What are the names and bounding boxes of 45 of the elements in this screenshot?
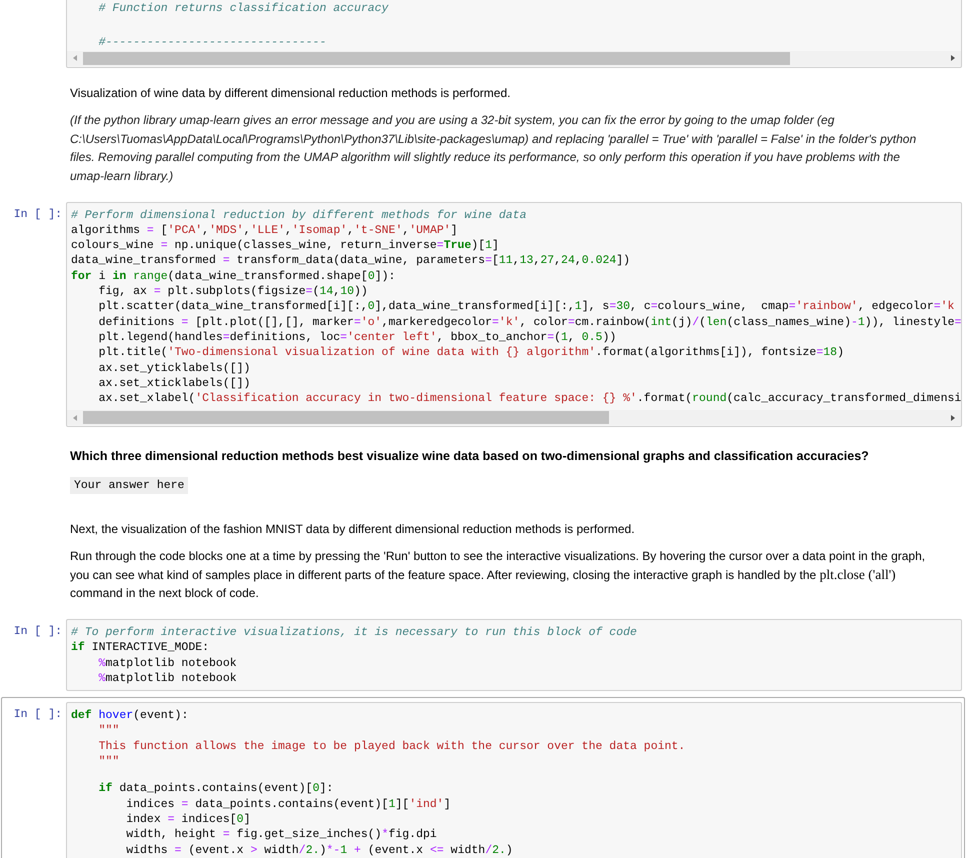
code-line: plt.legend(handles=definitions, loc='center left', bbox_to_anchor=(1, 0.5)) bbox=[98, 330, 618, 346]
code-line: This function allows the image to be played back with the cursor over the data point. bbox=[98, 738, 686, 754]
question-heading: Which three dimensional reduction methods best visualize wine data based on two-dimensional graphs and classification accuracies? bbox=[70, 448, 870, 466]
code-line: indices = data_points.contains(event)[1]['ind'] bbox=[125, 796, 452, 812]
scrollbar-thumb[interactable] bbox=[83, 411, 609, 424]
code-line: for i in range(data_wine_transformed.shape[0]): bbox=[71, 268, 396, 284]
code-line: algorithms = ['PCA','MDS','LLE','Isomap','t-SNE','UMAP'] bbox=[71, 222, 459, 238]
code-line: %matplotlib notebook bbox=[98, 670, 238, 686]
code-line: """ bbox=[98, 754, 120, 770]
code-editor[interactable]: # To perform interactive visualizations, it is necessary to run this block of code if INTERACTIVE_MODE: %matplotlib notebook %matplotlib notebook bbox=[66, 618, 962, 692]
code-line: def hover(event): bbox=[71, 708, 190, 724]
paragraph: Next, the visualization of the fashion MNIST data by different dimensional reduction methods is performed. bbox=[70, 520, 636, 538]
code-line: widths = (event.x > width/2.)*-1 + (event.x <= width/2.) bbox=[125, 842, 514, 858]
right-arrow-icon[interactable] bbox=[949, 54, 957, 62]
prompt-label: In [ ]: bbox=[14, 208, 62, 221]
paragraph: Visualization of wine data by different dimensional reduction methods is performed. bbox=[70, 84, 512, 102]
right-arrow-icon[interactable] bbox=[949, 414, 957, 422]
note-paragraph: (If the python library umap-learn gives an error message and you are using a 32-bit system, you can fix the error by going to the umap folder (eg C:\Users\Tuomas\AppData\Local\Programs\Python\Python37\Lib\site-packages\umap) and replacing 'parallel = True' with 'parallel = False' in the folder's python files. Removing parallel computing from the UMAP algorithm will slightly reduce its performance, so only perform this operation if you have problems with the umap-learn library.) bbox=[70, 112, 918, 185]
prompt-label: In [ ]: bbox=[14, 624, 62, 638]
code-line: """ bbox=[98, 723, 120, 739]
code-line: # Function returns classification accuracy bbox=[98, 1, 390, 16]
code-line: ax.set_xticklabels([]) bbox=[98, 376, 252, 392]
scrollbar-thumb[interactable] bbox=[83, 52, 790, 65]
code-cell[interactable]: In [ ]: # To perform interactive visualizations, it is necessary to run this block of code if INTERACTIVE_MODE: %matplotlib notebook %matplotlib notebook bbox=[1, 614, 965, 698]
answer-field[interactable]: Your answer here bbox=[70, 477, 188, 494]
code-line: #-------------------------------- bbox=[98, 35, 328, 51]
code-line: # Perform dimensional reduction by different methods for wine data bbox=[71, 208, 528, 223]
code-line: plt.title('Two-dimensional visualization of wine data with {} algorithm'.format(algorithms[i]), fontsize=18) bbox=[98, 345, 845, 361]
code-line: %matplotlib notebook bbox=[98, 656, 238, 671]
code-line: index = indices[0] bbox=[125, 812, 252, 828]
horizontal-scrollbar[interactable] bbox=[67, 50, 961, 66]
code-line: fig, ax = plt.subplots(figsize=(14,10)) bbox=[98, 284, 369, 300]
paragraph: Run through the code blocks one at a time by pressing the 'Run' button to see the interactive visualizations. By hovering the cursor over a data point in the graph, you can see what kind of samples place in different parts of the feature space. After reviewing, closing the interactive graph is handled by the plt.close ('all') command in the next block of code. bbox=[70, 548, 926, 602]
code-line: ax.set_xlabel('Classification accuracy in two-dimensional feature space: {} %'.format(round(calc_accuracy_transformed_dimensi bbox=[98, 391, 959, 406]
code-line: data_wine_transformed = transform_data(data_wine, parameters=[11,13,27,24,0.024]) bbox=[71, 253, 632, 269]
code-line: width, height = fig.get_size_inches()*fig.dpi bbox=[125, 827, 438, 843]
code-line: colours_wine = np.unique(classes_wine, return_inverse=True)[1] bbox=[71, 238, 500, 254]
code-line: plt.scatter(data_wine_transformed[i][:,0],data_wine_transformed[i][:,1], s=30, c=colours_wine, cmap='rainbow', edgecolor='k bbox=[98, 299, 956, 315]
code-line: ax.set_yticklabels([]) bbox=[98, 360, 252, 376]
horizontal-scrollbar[interactable] bbox=[67, 410, 961, 426]
code-line: if INTERACTIVE_MODE: bbox=[71, 640, 210, 656]
code-line: # To perform interactive visualizations, it is necessary to run this block of code bbox=[71, 624, 638, 640]
code-line: definitions = [plt.plot([],[], marker='o',markeredgecolor='k', color=cm.rainbow(int(j)/(len(class_names_wine)-1)), linestyle= bbox=[98, 314, 959, 330]
code-line: if data_points.contains(event)[0]: bbox=[98, 781, 334, 797]
prompt-label: In [ ]: bbox=[14, 708, 62, 722]
